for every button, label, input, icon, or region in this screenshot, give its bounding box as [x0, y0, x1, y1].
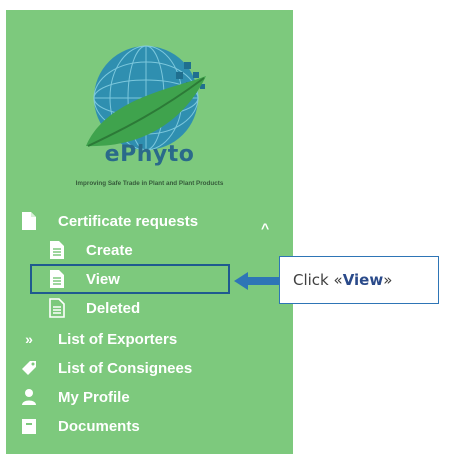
- double-chevron-right-icon: »: [25, 331, 33, 347]
- user-icon: [20, 386, 38, 408]
- file-text-icon: [48, 239, 66, 261]
- sidebar-item-deleted[interactable]: Deleted: [48, 296, 140, 320]
- brand-tagline: Improving Safe Trade in Plant and Plant …: [75, 180, 224, 187]
- callout-suffix: »: [383, 271, 393, 289]
- view-highlight-frame: [30, 264, 230, 294]
- tag-icon: [20, 357, 38, 379]
- sidebar-item-label: Create: [86, 241, 133, 259]
- document-icon: [20, 210, 38, 232]
- sidebar-item-label: List of Consignees: [58, 359, 193, 377]
- file-text-icon: [48, 297, 66, 319]
- chevron-up-icon[interactable]: ^: [261, 220, 269, 236]
- sidebar-item-list-of-exporters[interactable]: » List of Exporters: [20, 327, 177, 351]
- sidebar-item-label: Deleted: [86, 299, 141, 317]
- sidebar-item-documents[interactable]: Documents: [20, 414, 140, 438]
- sidebar-item-list-of-consignees[interactable]: List of Consignees: [20, 356, 192, 380]
- ephyto-logo: [86, 45, 206, 151]
- sidebar-item-my-profile[interactable]: My Profile: [20, 385, 130, 409]
- arrow-left-icon: [234, 272, 282, 290]
- sidebar-item-create[interactable]: Create: [48, 238, 133, 262]
- sidebar-item-label: My Profile: [58, 388, 130, 406]
- brand-name: ePhyto: [104, 142, 195, 167]
- sidebar-item-label: Certificate requests: [58, 212, 199, 230]
- sidebar-item-label: Documents: [58, 417, 140, 435]
- archive-icon: [20, 415, 38, 437]
- callout-box: Click «View»: [279, 256, 439, 304]
- sidebar-item-label: List of Exporters: [58, 330, 178, 348]
- callout-target: View: [342, 271, 384, 289]
- sidebar: ePhyto Improving Safe Trade in Plant and…: [6, 10, 293, 454]
- callout-prefix: Click «: [293, 271, 343, 289]
- sidebar-item-certificate-requests[interactable]: Certificate requests: [20, 209, 198, 233]
